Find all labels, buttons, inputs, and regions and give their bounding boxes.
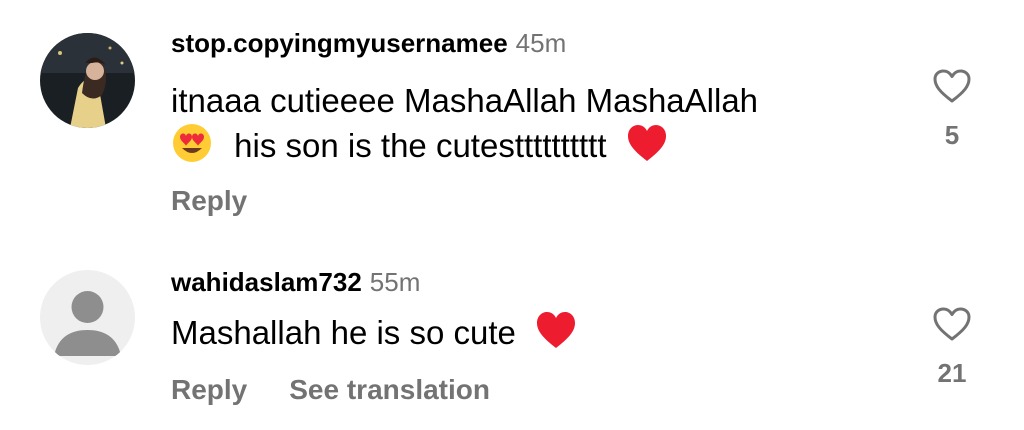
comment-actions: Reply (171, 184, 891, 218)
like-count: 21 (937, 358, 967, 388)
reply-button[interactable]: Reply (171, 185, 247, 216)
default-avatar-icon (40, 270, 135, 365)
red-heart-emoji-icon (626, 124, 668, 174)
see-translation-button[interactable]: See translation (289, 374, 490, 405)
comment-text: itnaaa cutieeee MashaAllah MashaAllah (171, 82, 759, 119)
timestamp: 55m (369, 267, 421, 297)
comment-text: Mashallah he is so cute (171, 311, 891, 361)
comment-text-line: his son is the cutestttttttttt (234, 127, 607, 164)
heart-outline-icon[interactable] (932, 68, 972, 104)
timestamp: 45m (515, 28, 567, 58)
username[interactable]: wahidaslam732 (171, 267, 362, 297)
comment-text-line: Mashallah he is so cute (171, 314, 516, 351)
reply-button[interactable]: Reply (171, 374, 247, 405)
comment-item: stop.copyingmyusernamee 45m itnaaa cutiee… (0, 0, 1024, 230)
comment-header: stop.copyingmyusernamee 45m (171, 28, 891, 58)
like-control: 5 (926, 68, 978, 150)
user-avatar[interactable] (40, 270, 135, 365)
like-count: 5 (944, 120, 960, 150)
heart-eyes-emoji-icon (171, 122, 213, 174)
comment-header: wahidaslam732 55m (171, 267, 891, 297)
comment-actions: Reply See translation (171, 373, 891, 407)
user-avatar[interactable] (40, 33, 135, 128)
like-control: 21 (926, 306, 978, 388)
comment-item: wahidaslam732 55m Mashallah he is so cute… (0, 230, 1024, 430)
red-heart-emoji-icon (535, 311, 577, 361)
comment-text: his son is the cutestttttttttt (171, 122, 891, 174)
username[interactable]: stop.copyingmyusernamee (171, 28, 508, 58)
photo-avatar-icon (40, 33, 135, 128)
heart-outline-icon[interactable] (932, 306, 972, 342)
